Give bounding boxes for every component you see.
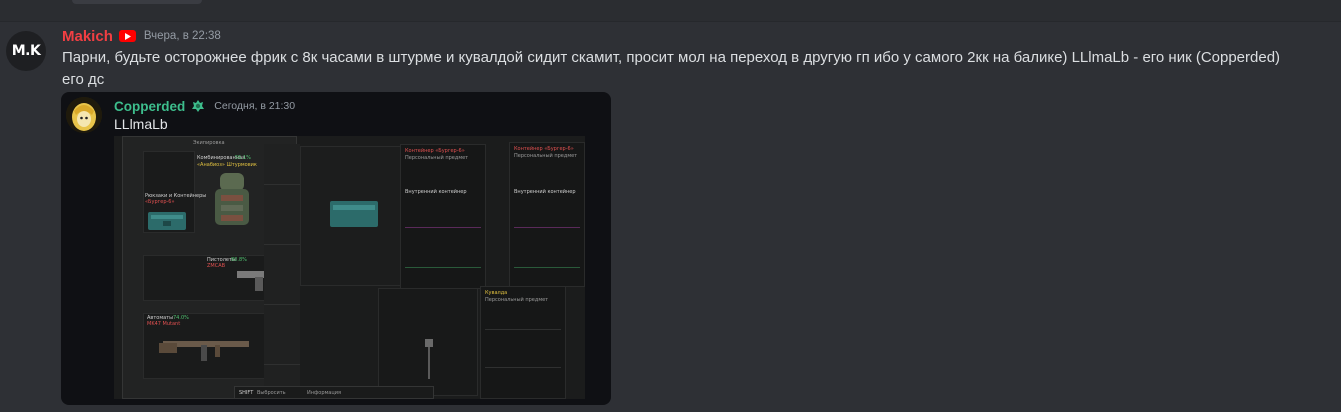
popup1-section: Внутренний контейнер — [405, 189, 467, 195]
embed-username[interactable]: Copperded — [114, 99, 185, 114]
message-text-line: его дс — [62, 71, 105, 88]
game-inventory-screenshot: Экипировка Комбинированная 55.1% «Анабио… — [114, 136, 585, 399]
message-header: Makich Вчера, в 22:38 — [62, 26, 221, 46]
armor-icon — [215, 173, 249, 225]
top-bar-divider — [0, 0, 1341, 22]
attached-image[interactable]: Copperded Сегодня, в 21:30 LLlmaLb Экипи… — [61, 92, 611, 405]
avatar-text: M.K — [11, 43, 41, 59]
embed-avatar — [66, 97, 102, 133]
rifle-icon — [159, 341, 249, 361]
armor-name: «Анабиоз» Штурмовик — [197, 162, 257, 168]
popup3-subtitle: Персональный предмет — [485, 297, 549, 303]
avatar[interactable]: M.K — [6, 31, 46, 71]
sledgehammer-slot — [378, 288, 478, 396]
container-info-popup-2: Контейнер «Бургер-6» Персональный предме… — [509, 142, 585, 287]
footer-key: SHIFT — [239, 390, 254, 396]
container-name: «Бургер-6» — [145, 199, 175, 205]
footer-action: Информация — [307, 390, 342, 396]
container-info-popup: Контейнер «Бургер-6» Персональный предме… — [400, 144, 486, 289]
popup2-section: Внутренний контейнер — [514, 189, 576, 195]
footer-action: Выбросить — [257, 390, 286, 396]
inventory-footer: SHIFT Выбросить Информация — [234, 386, 434, 399]
embed-timestamp: Сегодня, в 21:30 — [214, 100, 296, 112]
popup2-title: Контейнер «Бургер-6» — [514, 146, 574, 152]
popup2-subtitle: Персональный предмет — [514, 153, 578, 159]
message-text-line: Парни, будьте осторожнее фрик с 8к часам… — [62, 49, 1281, 66]
popup1-subtitle: Персональный предмет — [405, 155, 469, 161]
weapon-name: MK47 Mutant — [147, 321, 181, 327]
armor-percent: 55.1% — [235, 155, 251, 161]
youtube-icon — [118, 30, 136, 42]
sledgehammer-popup: Кувалда Персональный предмет — [480, 286, 566, 399]
embed-header: Copperded Сегодня, в 21:30 — [114, 97, 295, 115]
container-preview-icon — [330, 201, 378, 227]
popup3-title: Кувалда — [485, 290, 508, 296]
username[interactable]: Makich — [62, 28, 113, 45]
message-timestamp: Вчера, в 22:38 — [143, 30, 221, 42]
container-preview — [300, 146, 408, 286]
green-badge-icon — [190, 98, 206, 114]
equipment-title: Экипировка — [193, 140, 225, 146]
sledgehammer-icon — [425, 339, 433, 379]
pistol-percent: 80.8% — [231, 257, 247, 263]
message-content: Парни, будьте осторожнее фрик с 8к часам… — [62, 47, 1322, 91]
stats-column — [264, 144, 300, 399]
embed-text: LLlmaLb — [114, 116, 168, 132]
pistol-name: ZMCAB — [207, 263, 226, 269]
popup1-title: Контейнер «Бургер-6» — [405, 148, 465, 154]
container-icon — [148, 212, 186, 230]
